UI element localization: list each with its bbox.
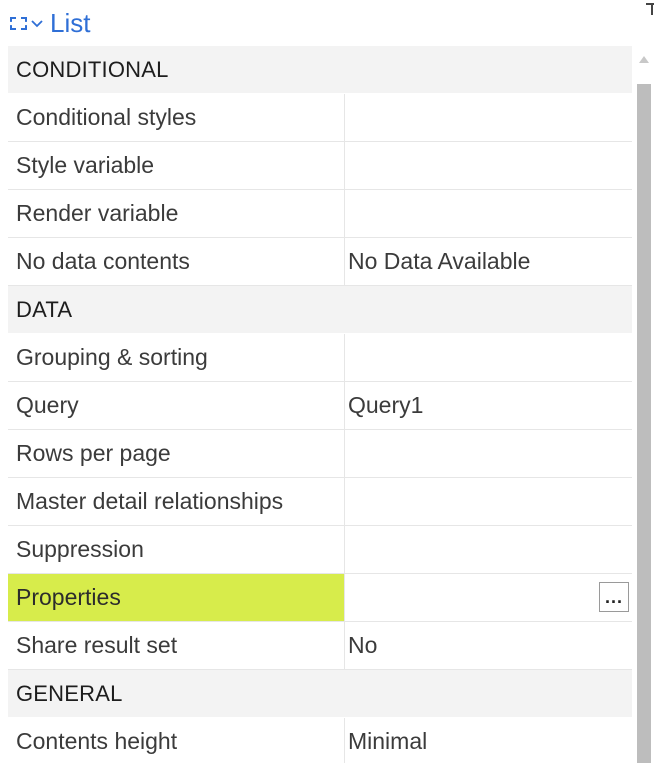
section-header-conditional[interactable]: CONDITIONAL	[8, 46, 632, 94]
section-header-general[interactable]: GENERAL	[8, 670, 632, 718]
property-value[interactable]: Minimal	[345, 718, 632, 763]
property-value[interactable]	[345, 142, 632, 189]
chevron-down-icon	[31, 20, 43, 28]
property-name: Grouping & sorting	[8, 334, 345, 381]
section-label: GENERAL	[16, 680, 123, 706]
property-row-rows-per-page[interactable]: Rows per page	[8, 430, 632, 478]
section-label: DATA	[16, 296, 73, 322]
section-label: CONDITIONAL	[16, 56, 169, 82]
property-name: Query	[8, 382, 345, 429]
property-name: No data contents	[8, 238, 345, 285]
property-row-properties[interactable]: Properties ...	[8, 574, 632, 622]
property-row-style-variable[interactable]: Style variable	[8, 142, 632, 190]
property-row-query[interactable]: Query Query1	[8, 382, 632, 430]
property-name: Share result set	[8, 622, 345, 669]
property-row-contents-height[interactable]: Contents height Minimal	[8, 718, 632, 763]
property-name: Render variable	[8, 190, 345, 237]
panel-title: List	[50, 7, 91, 38]
property-value[interactable]: ...	[345, 574, 632, 621]
property-value[interactable]	[345, 478, 632, 525]
property-value[interactable]	[345, 94, 632, 141]
property-value[interactable]: No	[345, 622, 632, 669]
property-value[interactable]	[345, 190, 632, 237]
property-value[interactable]: No Data Available	[345, 238, 632, 285]
property-name: Suppression	[8, 526, 345, 573]
section-header-data[interactable]: DATA	[8, 286, 632, 334]
property-value[interactable]	[345, 526, 632, 573]
scroll-up-arrow-icon[interactable]	[637, 54, 651, 66]
properties-panel: List CONDITIONAL Conditional styles Styl…	[0, 0, 655, 763]
property-name: Conditional styles	[8, 94, 345, 141]
property-row-master-detail[interactable]: Master detail relationships	[8, 478, 632, 526]
property-name: Rows per page	[8, 430, 345, 477]
property-row-share-result-set[interactable]: Share result set No	[8, 622, 632, 670]
vertical-scrollbar[interactable]	[633, 46, 655, 763]
property-row-no-data-contents[interactable]: No data contents No Data Available	[8, 238, 632, 286]
property-name: Master detail relationships	[8, 478, 345, 525]
property-row-render-variable[interactable]: Render variable	[8, 190, 632, 238]
scrollbar-thumb[interactable]	[637, 84, 651, 763]
properties-grid: CONDITIONAL Conditional styles Style var…	[8, 46, 632, 763]
property-name: Properties	[8, 574, 345, 621]
pin-icon[interactable]	[645, 2, 655, 16]
select-ancestor-button[interactable]: List	[10, 6, 90, 40]
property-value[interactable]	[345, 334, 632, 381]
property-value[interactable]: Query1	[345, 382, 632, 429]
property-name: Contents height	[8, 718, 345, 763]
panel-header: List	[0, 0, 655, 46]
property-name: Style variable	[8, 142, 345, 189]
property-row-grouping-sorting[interactable]: Grouping & sorting	[8, 334, 632, 382]
property-value[interactable]	[345, 430, 632, 477]
ellipsis-button[interactable]: ...	[599, 582, 629, 612]
property-row-conditional-styles[interactable]: Conditional styles	[8, 94, 632, 142]
select-dashed-rect-icon	[10, 16, 27, 30]
property-row-suppression[interactable]: Suppression	[8, 526, 632, 574]
